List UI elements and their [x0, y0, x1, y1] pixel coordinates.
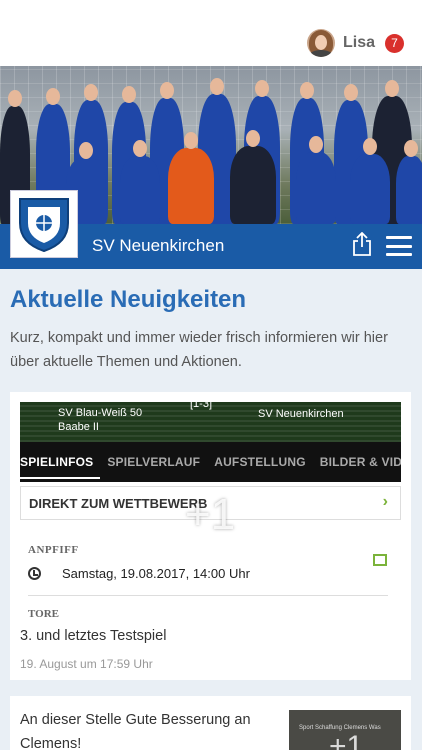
calendar-add-icon: [373, 554, 387, 566]
article-thumbnail[interactable]: Sport Schaffung Clemens Was +1: [289, 710, 401, 750]
image-count-overlay: +1: [185, 490, 236, 539]
tab-bilder-videos: BILDER & VIDEOS: [319, 455, 401, 469]
news-card[interactable]: SV Blau-Weiß 50 Baabe II [1-3] SV Neuenk…: [10, 392, 411, 680]
match-tabs: SPIELINFOS SPIELVERLAUF AUFSTELLUNG BILD…: [20, 442, 401, 482]
username[interactable]: Lisa: [343, 34, 375, 52]
section-intro: Kurz, kompakt und immer wieder frisch in…: [10, 330, 388, 370]
page-title: Aktuelle Neuigkeiten: [10, 286, 247, 313]
tab-spielinfos: SPIELINFOS: [20, 455, 101, 479]
tab-aufstellung: AUFSTELLUNG: [214, 455, 306, 469]
home-team: SV Blau-Weiß 50: [58, 407, 143, 419]
home-team-line2: Baabe II: [58, 421, 99, 433]
article-image[interactable]: SV Blau-Weiß 50 Baabe II [1-3] SV Neuenk…: [20, 402, 401, 619]
top-bar: Lisa 7: [0, 0, 422, 66]
image-count-overlay: +1: [329, 730, 364, 750]
article-title[interactable]: 3. und letztes Testspiel: [20, 628, 166, 644]
club-name[interactable]: SV Neuenkirchen: [92, 236, 224, 256]
away-team: SV Neuenkirchen: [258, 408, 344, 420]
avatar[interactable]: [306, 29, 335, 57]
tab-spielverlauf: SPIELVERLAUF: [107, 455, 201, 469]
clock-icon: [28, 567, 41, 580]
news-card[interactable]: An dieser Stelle Gute Besserung an Cleme…: [10, 696, 411, 750]
divider: [28, 595, 388, 596]
kickoff-time: Samstag, 19.08.2017, 14:00 Uhr: [62, 566, 250, 581]
article-title[interactable]: An dieser Stelle Gute Besserung an Cleme…: [20, 708, 270, 750]
tore-label: TORE: [28, 608, 59, 619]
hamburger-menu-icon[interactable]: [386, 236, 412, 256]
match-result: [1-3]: [190, 402, 213, 410]
user-menu[interactable]: Lisa 7: [306, 29, 404, 57]
article-date: 19. August um 17:59 Uhr: [20, 657, 153, 671]
share-icon[interactable]: [351, 232, 373, 256]
chevron-right-icon: ›: [382, 493, 388, 510]
notification-badge[interactable]: 7: [385, 33, 404, 53]
anpfiff-label: ANPFIFF: [28, 544, 79, 556]
match-score-header: SV Blau-Weiß 50 Baabe II [1-3] SV Neuenk…: [20, 402, 401, 442]
crest-shield-icon: [19, 198, 69, 253]
direct-label: DIREKT ZUM WETTBEWERB: [29, 495, 208, 511]
club-crest-logo[interactable]: [10, 190, 78, 258]
